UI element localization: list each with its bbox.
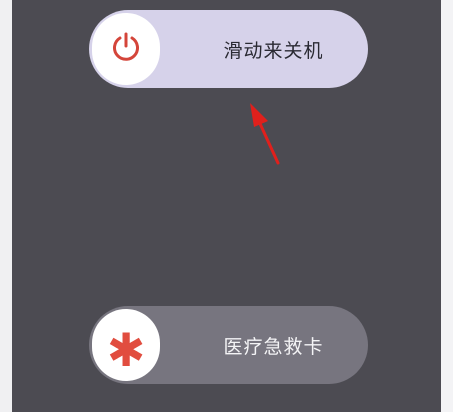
slide-to-power-off-slider[interactable]: 滑动来关机	[89, 10, 368, 88]
red-arrow-icon	[240, 95, 290, 174]
asterisk-icon: ✱	[106, 323, 146, 377]
medical-knob[interactable]: ✱	[92, 309, 160, 381]
medical-id-label: 医疗急救卡	[223, 335, 324, 358]
screen-edge	[441, 0, 453, 412]
power-icon	[109, 30, 143, 68]
power-off-label: 滑动来关机	[223, 39, 324, 62]
power-knob[interactable]	[92, 13, 160, 85]
medical-id-slider[interactable]: ✱ 医疗急救卡	[89, 306, 368, 384]
